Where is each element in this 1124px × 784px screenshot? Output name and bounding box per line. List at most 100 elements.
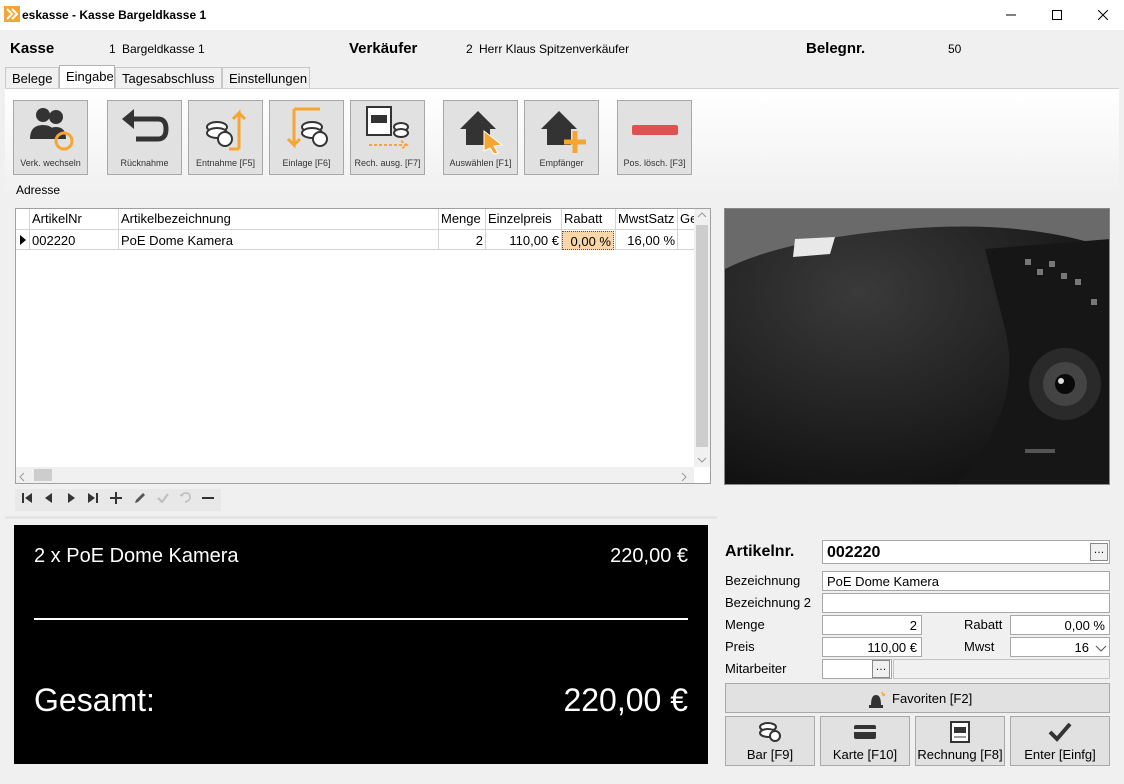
maximize-button[interactable]: [1034, 0, 1080, 30]
tab-eingabe[interactable]: Eingabe: [59, 65, 115, 89]
first-record-icon[interactable]: [17, 491, 37, 509]
cancel-record-icon[interactable]: [175, 491, 195, 509]
kasse-label: Kasse: [10, 40, 55, 57]
entnahme-button[interactable]: Entnahme [F5]: [188, 100, 263, 175]
tab-belege[interactable]: Belege: [5, 67, 59, 88]
cell-artikelnr[interactable]: 002220: [32, 231, 75, 250]
kasse-nr: 1: [109, 42, 116, 56]
bezeichnung-input[interactable]: PoE Dome Kamera: [822, 571, 1110, 591]
coins-icon: [757, 721, 783, 746]
display-total-label: Gesamt:: [34, 682, 155, 718]
invoice-output-icon: [361, 105, 415, 155]
minimize-button[interactable]: [988, 0, 1034, 30]
artikelnr-input[interactable]: 002220: [822, 540, 1110, 564]
cell-menge[interactable]: 2: [438, 231, 483, 250]
last-record-icon[interactable]: [83, 491, 103, 509]
record-navigator: [15, 489, 221, 511]
vertical-scroll-thumb[interactable]: [696, 225, 708, 447]
coins-out-icon: [199, 105, 253, 155]
invoice-icon: [947, 721, 973, 746]
delete-record-icon[interactable]: [198, 491, 218, 509]
cell-bezeichnung[interactable]: PoE Dome Kamera: [121, 231, 233, 250]
bezeichnung-label: Bezeichnung: [725, 573, 801, 588]
rechnung-button[interactable]: Rechnung [F8]: [915, 716, 1005, 766]
rabatt-input[interactable]: 0,00 %: [1010, 615, 1110, 635]
title-bar: eskasse - Kasse Bargeldkasse 1: [0, 0, 1124, 30]
verkaeufer-label: Verkäufer: [349, 40, 418, 57]
enter-label: Enter [Einfg]: [1024, 747, 1096, 762]
belegnr-value: 50: [948, 42, 962, 56]
verkaeufer-nr: 2: [466, 42, 473, 56]
window-title: eskasse - Kasse Bargeldkasse 1: [22, 8, 207, 22]
einlage-label: Einlage [F6]: [282, 158, 331, 168]
customer-display: 2 x PoE Dome Kamera 220,00 € Gesamt: 220…: [14, 525, 708, 764]
einlage-button[interactable]: Einlage [F6]: [269, 100, 344, 175]
house-cursor-icon: [454, 105, 508, 155]
mitarbeiter-lookup-button[interactable]: …: [872, 660, 890, 678]
post-record-icon[interactable]: [153, 491, 173, 509]
cell-mwst[interactable]: 16,00 %: [615, 231, 675, 250]
vertical-scrollbar[interactable]: [694, 209, 710, 467]
menge-input[interactable]: 2: [822, 615, 922, 635]
karte-button[interactable]: Karte [F10]: [820, 716, 910, 766]
users-switch-icon: [24, 105, 78, 155]
empfaenger-button[interactable]: Empfänger: [524, 100, 599, 175]
enter-button[interactable]: Enter [Einfg]: [1010, 716, 1110, 766]
ruecknahme-button[interactable]: Rücknahme: [107, 100, 182, 175]
cell-einzelpreis[interactable]: 110,00 €: [485, 231, 559, 250]
display-divider: [34, 618, 688, 620]
mitarbeiter-name-display: [893, 659, 1110, 679]
col-header-menge[interactable]: Menge: [441, 211, 481, 226]
preis-label: Preis: [725, 639, 755, 654]
karte-label: Karte [F10]: [832, 747, 898, 762]
rech-ausg-label: Rech. ausg. [F7]: [354, 158, 421, 168]
auswaehlen-button[interactable]: Auswählen [F1]: [443, 100, 518, 175]
entnahme-label: Entnahme [F5]: [195, 158, 256, 168]
cell-rabatt[interactable]: 0,00 %: [562, 231, 614, 250]
tab-tagesabschluss[interactable]: Tagesabschluss: [115, 67, 222, 88]
artikelnr-lookup-button[interactable]: …: [1090, 543, 1108, 561]
col-header-artikelnr[interactable]: ArtikelNr: [32, 211, 82, 226]
bezeichnung2-input[interactable]: [822, 593, 1110, 613]
scroll-right-icon[interactable]: [680, 471, 688, 485]
tab-einstellungen[interactable]: Einstellungen: [222, 67, 310, 88]
scroll-left-icon[interactable]: [18, 471, 26, 485]
col-header-bezeichnung[interactable]: Artikelbezeichnung: [121, 211, 231, 226]
minus-icon: [628, 105, 682, 155]
insert-record-icon[interactable]: [106, 491, 126, 509]
horizontal-scroll-thumb[interactable]: [34, 469, 52, 481]
preis-input[interactable]: 110,00 €: [822, 637, 922, 657]
rabatt-label: Rabatt: [964, 617, 1003, 632]
display-line-text: 2 x PoE Dome Kamera: [34, 545, 239, 567]
adresse-label: Adresse: [16, 183, 61, 197]
edit-record-icon[interactable]: [130, 491, 150, 509]
app-logo-icon: [4, 6, 20, 22]
close-button[interactable]: [1080, 0, 1124, 30]
menge-label: Menge: [725, 617, 765, 632]
belegnr-label: Belegnr.: [806, 40, 866, 57]
return-arrow-icon: [118, 105, 172, 155]
col-header-gesamt[interactable]: Ge: [680, 211, 694, 226]
prev-record-icon[interactable]: [39, 491, 59, 509]
row-indicator-icon: [19, 234, 27, 248]
pos-loeschen-button[interactable]: Pos. lösch. [F3]: [617, 100, 692, 175]
col-header-einzelpreis[interactable]: Einzelpreis: [488, 211, 552, 226]
siren-icon: [866, 689, 886, 712]
next-record-icon[interactable]: [61, 491, 81, 509]
rech-ausg-button[interactable]: Rech. ausg. [F7]: [350, 100, 425, 175]
scroll-up-icon[interactable]: [696, 211, 708, 221]
chevron-down-icon[interactable]: [1095, 642, 1107, 656]
favoriten-button[interactable]: Favoriten [F2]: [725, 683, 1110, 713]
verk-wechseln-button[interactable]: Verk. wechseln: [13, 100, 88, 175]
bar-button[interactable]: Bar [F9]: [725, 716, 815, 766]
checkmark-icon: [1047, 721, 1073, 746]
horizontal-scrollbar[interactable]: [16, 467, 694, 483]
col-header-mwst[interactable]: MwstSatz: [618, 211, 674, 226]
mitarbeiter-label: Mitarbeiter: [725, 661, 787, 676]
scroll-down-icon[interactable]: [696, 453, 708, 467]
credit-card-icon: [852, 721, 878, 746]
col-header-rabatt[interactable]: Rabatt: [564, 211, 602, 226]
divider: [5, 516, 717, 519]
display-total-value: 220,00 €: [563, 682, 688, 718]
article-grid[interactable]: ArtikelNr Artikelbezeichnung Menge Einze…: [15, 208, 711, 484]
